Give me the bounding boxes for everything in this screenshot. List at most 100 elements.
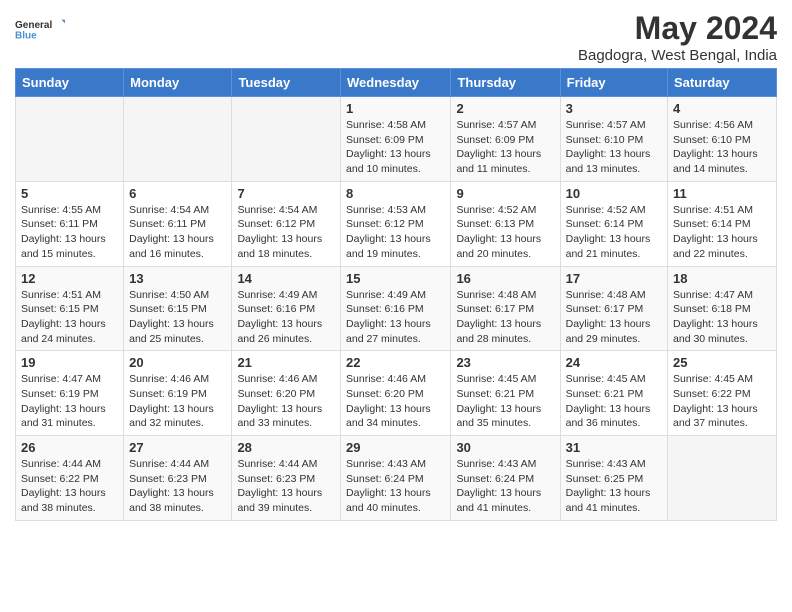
day-info: Sunrise: 4:44 AM Sunset: 6:23 PM Dayligh… xyxy=(237,457,335,516)
cell-w4-d7: 25Sunrise: 4:45 AM Sunset: 6:22 PM Dayli… xyxy=(668,351,777,436)
day-number: 3 xyxy=(566,101,662,116)
header-saturday: Saturday xyxy=(668,69,777,97)
cell-w4-d2: 20 Sunrise: 4:46 AM Sunset: 6:19 PM Dayli… xyxy=(124,351,232,436)
cell-w3-d4: 15Sunrise: 4:49 AM Sunset: 6:16 PM Dayli… xyxy=(341,266,451,351)
week-row-2: 5 Sunrise: 4:55 AM Sunset: 6:11 PM Daylig… xyxy=(16,181,777,266)
cell-w3-d3: 14 Sunrise: 4:49 AM Sunset: 6:16 PM Dayli… xyxy=(232,266,341,351)
day-info: Sunrise: 4:44 AM Sunset: 6:23 PM Dayligh… xyxy=(129,457,226,516)
day-info: Sunrise: 4:53 AM Sunset: 6:12 PM Dayligh… xyxy=(346,203,445,262)
cell-w1-d5: 2Sunrise: 4:57 AM Sunset: 6:09 PM Daylig… xyxy=(451,97,560,182)
day-info: Sunrise: 4:46 AM Sunset: 6:20 PM Dayligh… xyxy=(237,372,335,431)
cell-w2-d4: 8 Sunrise: 4:53 AM Sunset: 6:12 PM Daylig… xyxy=(341,181,451,266)
cell-w5-d5: 30 Sunrise: 4:43 AM Sunset: 6:24 PM Dayli… xyxy=(451,436,560,521)
cell-w3-d6: 17 Sunrise: 4:48 AM Sunset: 6:17 PM Dayli… xyxy=(560,266,667,351)
cell-w5-d4: 29Sunrise: 4:43 AM Sunset: 6:24 PM Dayli… xyxy=(341,436,451,521)
day-number: 25 xyxy=(673,355,771,370)
day-info: Sunrise: 4:54 AM Sunset: 6:11 PM Dayligh… xyxy=(129,203,226,262)
cell-w4-d5: 23 Sunrise: 4:45 AM Sunset: 6:21 PM Dayli… xyxy=(451,351,560,436)
day-info: Sunrise: 4:49 AM Sunset: 6:16 PM Dayligh… xyxy=(346,288,445,347)
cell-w1-d3 xyxy=(232,97,341,182)
calendar-header-row: SundayMondayTuesdayWednesdayThursdayFrid… xyxy=(16,69,777,97)
day-info: Sunrise: 4:45 AM Sunset: 6:21 PM Dayligh… xyxy=(566,372,662,431)
cell-w2-d6: 10Sunrise: 4:52 AM Sunset: 6:14 PM Dayli… xyxy=(560,181,667,266)
day-number: 21 xyxy=(237,355,335,370)
day-info: Sunrise: 4:52 AM Sunset: 6:13 PM Dayligh… xyxy=(456,203,554,262)
day-number: 18 xyxy=(673,271,771,286)
day-info: Sunrise: 4:48 AM Sunset: 6:17 PM Dayligh… xyxy=(566,288,662,347)
day-info: Sunrise: 4:44 AM Sunset: 6:22 PM Dayligh… xyxy=(21,457,118,516)
day-number: 7 xyxy=(237,186,335,201)
cell-w4-d1: 19 Sunrise: 4:47 AM Sunset: 6:19 PM Dayli… xyxy=(16,351,124,436)
day-number: 22 xyxy=(346,355,445,370)
day-info: Sunrise: 4:47 AM Sunset: 6:19 PM Dayligh… xyxy=(21,372,118,431)
header-monday: Monday xyxy=(124,69,232,97)
day-info: Sunrise: 4:55 AM Sunset: 6:11 PM Dayligh… xyxy=(21,203,118,262)
cell-w3-d5: 16 Sunrise: 4:48 AM Sunset: 6:17 PM Dayli… xyxy=(451,266,560,351)
cell-w1-d4: 1Sunrise: 4:58 AM Sunset: 6:09 PM Daylig… xyxy=(341,97,451,182)
day-info: Sunrise: 4:58 AM Sunset: 6:09 PM Dayligh… xyxy=(346,118,445,177)
day-info: Sunrise: 4:46 AM Sunset: 6:20 PM Dayligh… xyxy=(346,372,445,431)
day-info: Sunrise: 4:45 AM Sunset: 6:21 PM Dayligh… xyxy=(456,372,554,431)
header-sunday: Sunday xyxy=(16,69,124,97)
day-info: Sunrise: 4:56 AM Sunset: 6:10 PM Dayligh… xyxy=(673,118,771,177)
cell-w5-d6: 31 Sunrise: 4:43 AM Sunset: 6:25 PM Dayli… xyxy=(560,436,667,521)
day-info: Sunrise: 4:49 AM Sunset: 6:16 PM Dayligh… xyxy=(237,288,335,347)
day-info: Sunrise: 4:51 AM Sunset: 6:14 PM Dayligh… xyxy=(673,203,771,262)
cell-w5-d7 xyxy=(668,436,777,521)
cell-w5-d3: 28 Sunrise: 4:44 AM Sunset: 6:23 PM Dayli… xyxy=(232,436,341,521)
svg-text:General: General xyxy=(15,20,52,31)
calendar-table: SundayMondayTuesdayWednesdayThursdayFrid… xyxy=(15,68,777,521)
day-number: 28 xyxy=(237,440,335,455)
day-number: 17 xyxy=(566,271,662,286)
day-info: Sunrise: 4:57 AM Sunset: 6:10 PM Dayligh… xyxy=(566,118,662,177)
logo-svg: General Blue xyxy=(15,10,65,48)
cell-w1-d1 xyxy=(16,97,124,182)
day-number: 30 xyxy=(456,440,554,455)
day-info: Sunrise: 4:43 AM Sunset: 6:24 PM Dayligh… xyxy=(346,457,445,516)
page: General Blue May 2024 Bagdogra, West Ben… xyxy=(0,0,792,536)
day-number: 12 xyxy=(21,271,118,286)
day-number: 16 xyxy=(456,271,554,286)
svg-text:Blue: Blue xyxy=(15,30,37,41)
cell-w2-d2: 6Sunrise: 4:54 AM Sunset: 6:11 PM Daylig… xyxy=(124,181,232,266)
day-info: Sunrise: 4:47 AM Sunset: 6:18 PM Dayligh… xyxy=(673,288,771,347)
day-number: 19 xyxy=(21,355,118,370)
day-number: 5 xyxy=(21,186,118,201)
day-number: 23 xyxy=(456,355,554,370)
cell-w4-d6: 24 Sunrise: 4:45 AM Sunset: 6:21 PM Dayli… xyxy=(560,351,667,436)
day-info: Sunrise: 4:43 AM Sunset: 6:24 PM Dayligh… xyxy=(456,457,554,516)
day-number: 14 xyxy=(237,271,335,286)
day-info: Sunrise: 4:51 AM Sunset: 6:15 PM Dayligh… xyxy=(21,288,118,347)
cell-w4-d4: 22 Sunrise: 4:46 AM Sunset: 6:20 PM Dayli… xyxy=(341,351,451,436)
cell-w3-d1: 12 Sunrise: 4:51 AM Sunset: 6:15 PM Dayli… xyxy=(16,266,124,351)
header-tuesday: Tuesday xyxy=(232,69,341,97)
day-number: 26 xyxy=(21,440,118,455)
day-info: Sunrise: 4:57 AM Sunset: 6:09 PM Dayligh… xyxy=(456,118,554,177)
cell-w3-d7: 18 Sunrise: 4:47 AM Sunset: 6:18 PM Dayli… xyxy=(668,266,777,351)
day-info: Sunrise: 4:50 AM Sunset: 6:15 PM Dayligh… xyxy=(129,288,226,347)
title-block: May 2024 Bagdogra, West Bengal, India xyxy=(578,10,777,64)
cell-w3-d2: 13Sunrise: 4:50 AM Sunset: 6:15 PM Dayli… xyxy=(124,266,232,351)
cell-w2-d1: 5 Sunrise: 4:55 AM Sunset: 6:11 PM Daylig… xyxy=(16,181,124,266)
header-thursday: Thursday xyxy=(451,69,560,97)
day-number: 11 xyxy=(673,186,771,201)
week-row-5: 26 Sunrise: 4:44 AM Sunset: 6:22 PM Dayli… xyxy=(16,436,777,521)
location-subtitle: Bagdogra, West Bengal, India xyxy=(578,47,777,64)
day-number: 31 xyxy=(566,440,662,455)
day-info: Sunrise: 4:48 AM Sunset: 6:17 PM Dayligh… xyxy=(456,288,554,347)
day-number: 20 xyxy=(129,355,226,370)
day-info: Sunrise: 4:46 AM Sunset: 6:19 PM Dayligh… xyxy=(129,372,226,431)
cell-w2-d5: 9Sunrise: 4:52 AM Sunset: 6:13 PM Daylig… xyxy=(451,181,560,266)
week-row-4: 19 Sunrise: 4:47 AM Sunset: 6:19 PM Dayli… xyxy=(16,351,777,436)
cell-w2-d3: 7Sunrise: 4:54 AM Sunset: 6:12 PM Daylig… xyxy=(232,181,341,266)
header-wednesday: Wednesday xyxy=(341,69,451,97)
day-number: 4 xyxy=(673,101,771,116)
day-number: 24 xyxy=(566,355,662,370)
day-info: Sunrise: 4:43 AM Sunset: 6:25 PM Dayligh… xyxy=(566,457,662,516)
day-number: 10 xyxy=(566,186,662,201)
day-number: 8 xyxy=(346,186,445,201)
cell-w5-d2: 27Sunrise: 4:44 AM Sunset: 6:23 PM Dayli… xyxy=(124,436,232,521)
week-row-3: 12 Sunrise: 4:51 AM Sunset: 6:15 PM Dayli… xyxy=(16,266,777,351)
cell-w4-d3: 21 Sunrise: 4:46 AM Sunset: 6:20 PM Dayli… xyxy=(232,351,341,436)
cell-w5-d1: 26 Sunrise: 4:44 AM Sunset: 6:22 PM Dayli… xyxy=(16,436,124,521)
